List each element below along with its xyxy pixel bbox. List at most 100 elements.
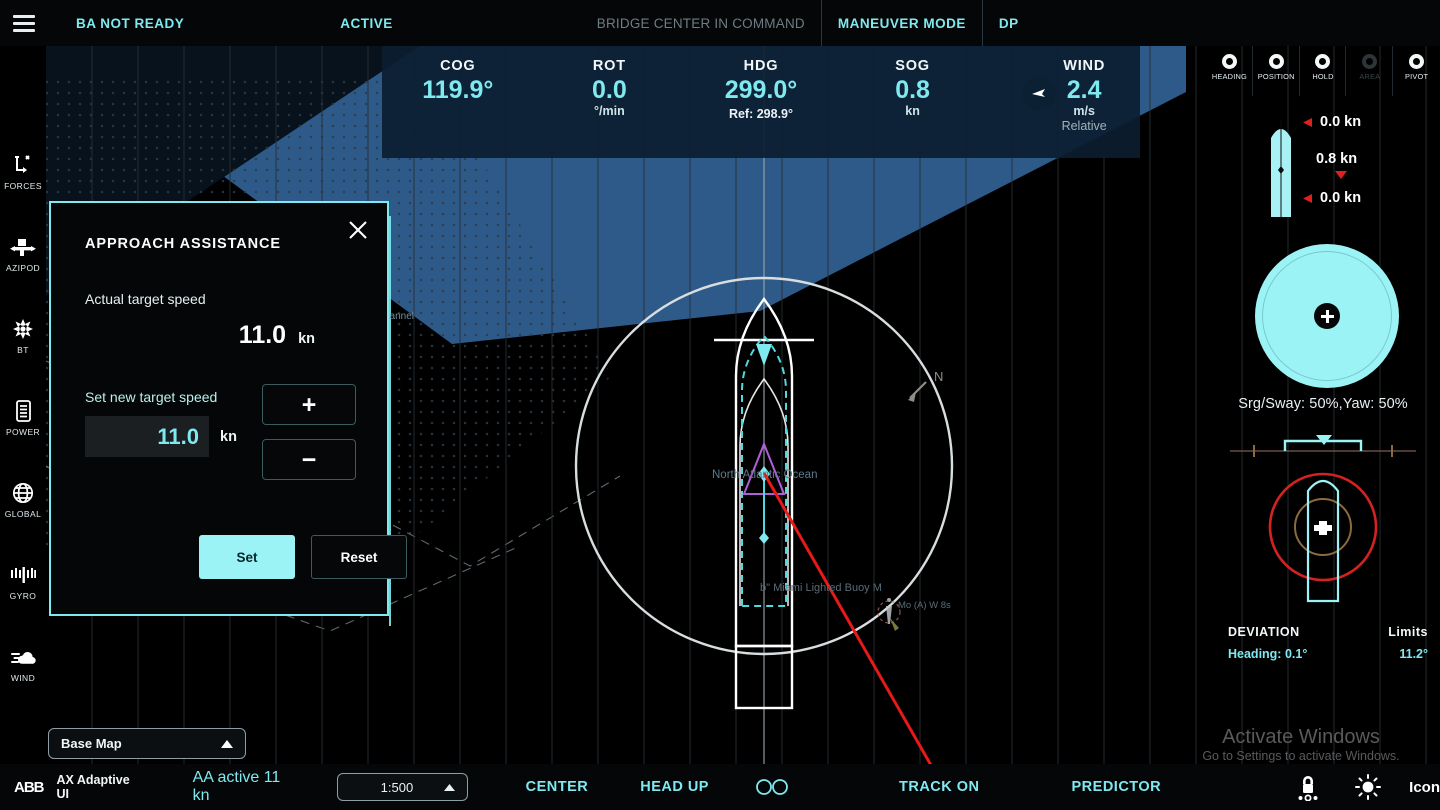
rail-label: BT — [17, 345, 29, 355]
forces-icon — [10, 152, 36, 178]
left-arrow-icon — [1303, 117, 1312, 127]
mode-label: HEADING — [1211, 72, 1247, 81]
center-button[interactable]: CENTER — [526, 779, 589, 795]
nav-field-sog: SOG 0.8 kn — [837, 46, 989, 118]
scale-value: 1:500 — [380, 779, 414, 795]
bridge-navigation-app: N North Atlantic Ocean b" Miami Lighted … — [0, 0, 1440, 810]
hdg-reference: Ref: 298.9° — [728, 107, 794, 122]
gyro-icon — [10, 562, 36, 588]
rail-item-bt[interactable]: BT — [0, 316, 46, 355]
lock-icon[interactable] — [1295, 773, 1321, 801]
predictor-button[interactable]: PREDICTOR — [1072, 779, 1162, 795]
mode-pivot[interactable]: PIVOT — [1393, 46, 1440, 96]
mode-label: HOLD — [1312, 72, 1334, 81]
head-up-button[interactable]: HEAD UP — [640, 779, 709, 795]
binoculars-icon[interactable] — [755, 779, 789, 795]
wind-direction-icon — [1021, 76, 1056, 110]
navigation-data-header: COG 119.9° ROT 0.0 °/min HDG 299.0° Ref:… — [382, 46, 1140, 158]
approach-assist-status: AA active 11 kn — [192, 769, 281, 804]
limits-title: Limits — [1388, 625, 1428, 639]
actual-target-speed-unit: kn — [298, 331, 315, 347]
rail-item-forces[interactable]: FORCES — [0, 152, 46, 191]
thrust-allocation-widget: Srg/Sway: 50%,Yaw: 50% — [1206, 238, 1440, 423]
rail-item-gyro[interactable]: GYRO — [0, 562, 46, 601]
status-ba-not-ready[interactable]: BA NOT READY — [60, 16, 200, 31]
rail-label: GYRO — [9, 591, 37, 601]
mode-indicator-dot — [1268, 54, 1284, 69]
thrust-percent-caption: Srg/Sway: 50%,Yaw: 50% — [1238, 396, 1408, 412]
target-speed-input-row: 11.0 kn — [85, 416, 237, 457]
speed-value: 0.0 kn — [1320, 114, 1362, 130]
mode-area[interactable]: AREA — [1346, 42, 1393, 96]
status-dp[interactable]: DP — [983, 16, 1035, 31]
svg-text:b" Miami Lighted Buoy M: b" Miami Lighted Buoy M — [760, 582, 882, 594]
azipod-icon — [10, 234, 36, 260]
rail-item-power[interactable]: POWER — [0, 398, 46, 437]
cog-value: 119.9° — [422, 76, 494, 104]
decrease-speed-button[interactable]: − — [262, 439, 356, 480]
dp-mode-indicators: HEADING POSITION HOLD AREA PIVOT — [1206, 42, 1440, 96]
actual-target-speed-value-row: 11.0 kn — [85, 321, 315, 350]
mode-label: PIVOT — [1404, 72, 1429, 81]
reset-button[interactable]: Reset — [311, 535, 407, 579]
track-on-button[interactable]: TRACK ON — [899, 779, 980, 795]
status-maneuver-mode[interactable]: MANEUVER MODE — [822, 16, 982, 31]
abb-logo: ABB — [14, 778, 44, 796]
target-speed-input-unit: kn — [220, 428, 237, 445]
rail-item-global[interactable]: GLOBAL — [0, 480, 46, 519]
cog-label: COG — [440, 58, 476, 74]
deviation-values: Heading: 0.1° 11.2° — [1216, 647, 1440, 661]
sog-value: 0.8 — [895, 76, 930, 104]
mode-position[interactable]: POSITION — [1253, 42, 1300, 96]
nav-field-cog: COG 119.9° — [382, 46, 534, 103]
wind-icon — [10, 644, 36, 670]
rail-label: FORCES — [4, 181, 42, 191]
set-button[interactable]: Set — [199, 535, 295, 579]
nav-field-hdg: HDG 299.0° Ref: 298.9° — [685, 46, 837, 121]
hamburger-menu-icon[interactable] — [0, 0, 48, 46]
mode-hold[interactable]: HOLD — [1300, 42, 1347, 96]
deviation-widget: DEVIATION Limits Heading: 0.1° 11.2° — [1206, 429, 1440, 679]
actual-target-speed-value: 11.0 — [238, 321, 287, 349]
svg-text:N: N — [934, 369, 943, 384]
rail-item-wind[interactable]: WIND — [0, 644, 46, 683]
mode-heading[interactable]: HEADING — [1206, 42, 1253, 96]
actual-target-speed-label: Actual target speed — [85, 291, 206, 307]
increase-speed-button[interactable]: + — [262, 384, 356, 425]
rail-label: GLOBAL — [4, 509, 42, 519]
rail-item-azipod[interactable]: AZIPOD — [0, 234, 46, 273]
deviation-diagram — [1230, 435, 1416, 603]
mode-indicator-dot — [1315, 54, 1331, 69]
deviation-legend: DEVIATION Limits — [1216, 625, 1440, 639]
wind-reference: Relative — [1061, 119, 1107, 134]
vessel-speed-indicators: 0.0 kn 0.8 kn 0.0 kn — [1206, 114, 1440, 226]
dialog-title: APPROACH ASSISTANCE — [85, 236, 281, 252]
rot-unit: °/min — [594, 104, 625, 119]
power-icon — [10, 398, 36, 424]
scale-dropdown[interactable]: 1:500 — [337, 773, 468, 801]
reset-button-label: Reset — [340, 549, 378, 565]
brightness-icon[interactable] — [1355, 774, 1382, 800]
rail-label: POWER — [5, 427, 41, 437]
speed-indicator-mid: 0.8 kn — [1316, 151, 1357, 167]
deviation-heading-value: Heading: 0.1° — [1228, 647, 1308, 661]
speed-value: 0.0 kn — [1320, 190, 1362, 206]
top-status-bar: BA NOT READY ACTIVE BRIDGE CENTER IN COM… — [0, 0, 1440, 46]
close-icon[interactable] — [343, 215, 373, 245]
rot-value: 0.0 — [592, 76, 627, 104]
status-active[interactable]: ACTIVE — [324, 16, 409, 31]
set-button-label: Set — [236, 549, 258, 565]
deviation-limit-value: 11.2° — [1399, 647, 1428, 661]
mode-indicator-dot — [1221, 54, 1237, 69]
base-map-dropdown[interactable]: Base Map — [48, 728, 246, 759]
product-name: AX Adaptive UI — [56, 773, 130, 801]
target-speed-input[interactable]: 11.0 — [85, 416, 209, 457]
mode-indicator-dot — [1362, 54, 1378, 69]
status-bridge-center-in-command: BRIDGE CENTER IN COMMAND — [596, 15, 805, 31]
set-new-target-speed-label: Set new target speed — [85, 389, 218, 405]
speed-indicator-bow: 0.0 kn — [1302, 114, 1361, 130]
speed-value: 0.8 kn — [1316, 151, 1358, 167]
joystick-control[interactable] — [1255, 244, 1399, 388]
icon-label: Icon — [1409, 778, 1440, 796]
joystick-hub — [1314, 303, 1340, 329]
